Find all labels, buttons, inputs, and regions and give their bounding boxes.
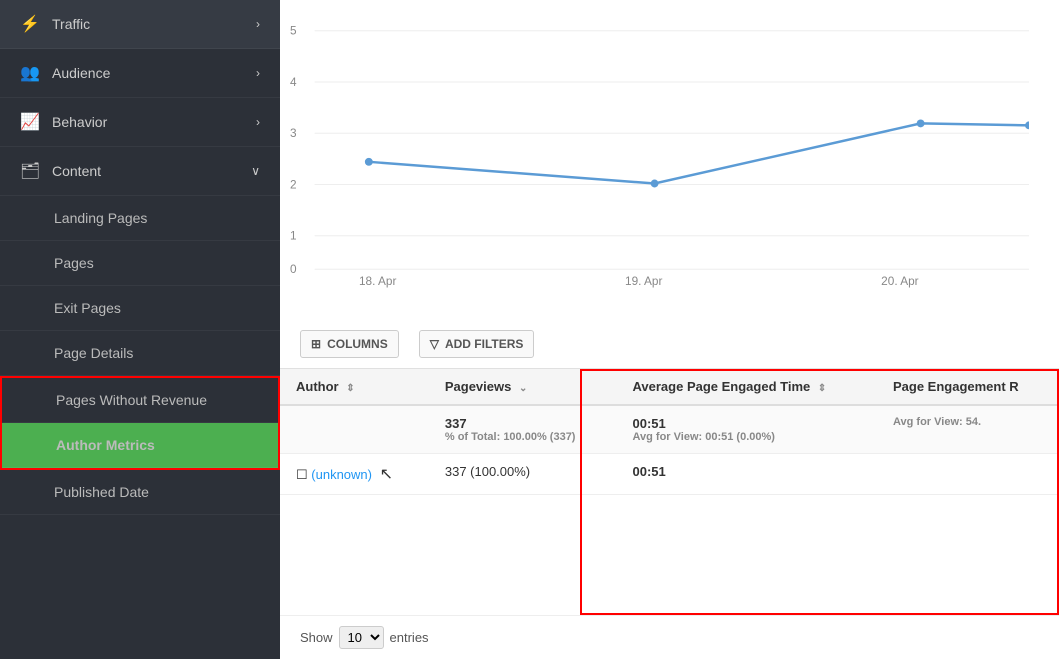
chart-point-2 (651, 180, 659, 188)
filter-icon: ▽ (430, 337, 439, 351)
sidebar-item-pages-without-revenue[interactable]: Pages Without Revenue (2, 378, 278, 423)
red-outline-group: Pages Without Revenue Author Metrics (0, 376, 280, 470)
author-cell: ☐ (unknown) ↖ (280, 454, 429, 495)
chart-area: 5 4 3 2 1 0 18. Apr 19. Apr 20. Apr (280, 0, 1059, 320)
sidebar-item-author-metrics[interactable]: Author Metrics (2, 423, 278, 468)
sidebar-item-traffic[interactable]: ⚡ Traffic › (0, 0, 280, 49)
chart-line (369, 123, 1029, 183)
sidebar-item-pages[interactable]: Pages (0, 241, 280, 286)
chevron-right-icon: › (256, 115, 260, 129)
author-link[interactable]: (unknown) (311, 467, 375, 482)
show-label: Show (300, 630, 333, 645)
sidebar-item-exit-pages[interactable]: Exit Pages (0, 286, 280, 331)
y-label-5: 5 (290, 24, 297, 38)
add-filters-button[interactable]: ▽ ADD FILTERS (419, 330, 535, 358)
total-avg-time-cell: 00:51 Avg for View: 00:51 (0.00%) (617, 405, 877, 454)
sidebar-item-audience[interactable]: 👥 Audience › (0, 49, 280, 98)
table-total-row: 337 % of Total: 100.00% (337) 00:51 Avg … (280, 405, 1059, 454)
sidebar-item-label: Landing Pages (54, 210, 147, 226)
x-label-apr20: 20. Apr (881, 274, 918, 288)
author-checkbox: ☐ (296, 467, 308, 482)
sidebar-item-label: Pages (54, 255, 94, 271)
sidebar: ⚡ Traffic › 👥 Audience › 📈 Behavior › 🗂 … (0, 0, 280, 659)
pageviews-cell: 337 (100.00%) (429, 454, 617, 495)
content-icon: 🗂 (20, 161, 40, 181)
y-label-4: 4 (290, 75, 297, 89)
data-table: Author ⇕ Pageviews ⌄ Average Page Engage… (280, 369, 1059, 495)
col-pageviews[interactable]: Pageviews ⌄ (429, 369, 617, 405)
sidebar-item-label: Traffic (52, 16, 90, 32)
y-label-2: 2 (290, 177, 297, 191)
col-page-engagement[interactable]: Page Engagement R (877, 369, 1059, 405)
sidebar-item-label: Page Details (54, 345, 133, 361)
col-author[interactable]: Author ⇕ (280, 369, 429, 405)
sort-icon-avg-time: ⇕ (818, 383, 826, 394)
y-label-0: 0 (290, 262, 297, 276)
sidebar-item-label: Pages Without Revenue (56, 392, 207, 408)
table-row: ☐ (unknown) ↖ 337 (100.00%) 00:51 (280, 454, 1059, 495)
behavior-icon: 📈 (20, 112, 40, 132)
entries-label: entries (390, 630, 429, 645)
show-entries-bar: Show 10 25 50 entries (280, 615, 1059, 659)
total-pageviews-cell: 337 % of Total: 100.00% (337) (429, 405, 617, 454)
y-label-1: 1 (290, 229, 297, 243)
sidebar-item-label: Content (52, 163, 101, 179)
chart-point-4 (1025, 121, 1029, 129)
toolbar: ⊞ COLUMNS ▽ ADD FILTERS (280, 320, 1059, 369)
cursor-icon: ↖ (380, 464, 393, 484)
total-author-cell (280, 405, 429, 454)
chevron-right-icon: › (256, 66, 260, 80)
sidebar-item-content[interactable]: 🗂 Content ∨ (0, 147, 280, 196)
chart-point-1 (365, 158, 373, 166)
sidebar-item-label: Behavior (52, 114, 107, 130)
columns-button[interactable]: ⊞ COLUMNS (300, 330, 399, 358)
table-area: Author ⇕ Pageviews ⌄ Average Page Engage… (280, 369, 1059, 615)
audience-icon: 👥 (20, 63, 40, 83)
line-chart: 5 4 3 2 1 0 18. Apr 19. Apr 20. Apr (290, 10, 1029, 290)
chevron-down-icon: ∨ (251, 164, 260, 178)
sort-icon-pageviews: ⌄ (519, 383, 527, 394)
sidebar-item-page-details[interactable]: Page Details (0, 331, 280, 376)
engagement-cell (877, 454, 1059, 495)
chart-point-3 (917, 119, 925, 127)
x-label-apr19: 19. Apr (625, 274, 662, 288)
sidebar-item-label: Audience (52, 65, 110, 81)
y-label-3: 3 (290, 126, 297, 140)
sidebar-item-landing-pages[interactable]: Landing Pages (0, 196, 280, 241)
avg-time-cell: 00:51 (617, 454, 877, 495)
entries-select[interactable]: 10 25 50 (339, 626, 384, 649)
traffic-icon: ⚡ (20, 14, 40, 34)
main-content: 5 4 3 2 1 0 18. Apr 19. Apr 20. Apr (280, 0, 1059, 659)
chevron-right-icon: › (256, 17, 260, 31)
add-filters-label: ADD FILTERS (445, 337, 523, 351)
x-label-apr18: 18. Apr (359, 274, 396, 288)
sidebar-item-behavior[interactable]: 📈 Behavior › (0, 98, 280, 147)
sidebar-item-published-date[interactable]: Published Date (0, 470, 280, 515)
sidebar-item-label: Published Date (54, 484, 149, 500)
sort-icon-author: ⇕ (346, 383, 354, 394)
sidebar-item-label: Author Metrics (56, 437, 155, 453)
columns-icon: ⊞ (311, 337, 321, 351)
total-engagement-cell: Avg for View: 54. (877, 405, 1059, 454)
col-avg-engaged-time[interactable]: Average Page Engaged Time ⇕ (617, 369, 877, 405)
columns-label: COLUMNS (327, 337, 388, 351)
table-header-row: Author ⇕ Pageviews ⌄ Average Page Engage… (280, 369, 1059, 405)
sidebar-item-label: Exit Pages (54, 300, 121, 316)
